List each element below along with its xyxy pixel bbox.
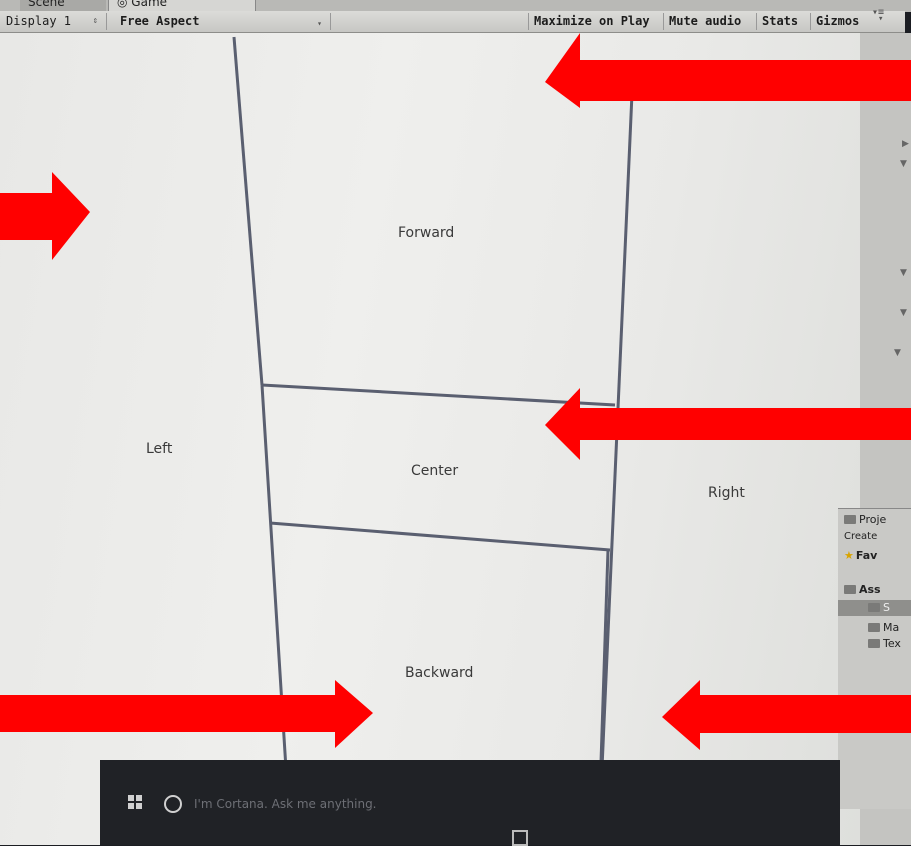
red-arrow-icon	[662, 680, 911, 750]
annotation-arrows	[0, 33, 911, 750]
red-arrow-icon	[0, 680, 373, 748]
red-arrow-icon	[545, 33, 911, 108]
red-arrow-icon	[545, 388, 911, 460]
red-arrow-icon	[0, 172, 90, 260]
